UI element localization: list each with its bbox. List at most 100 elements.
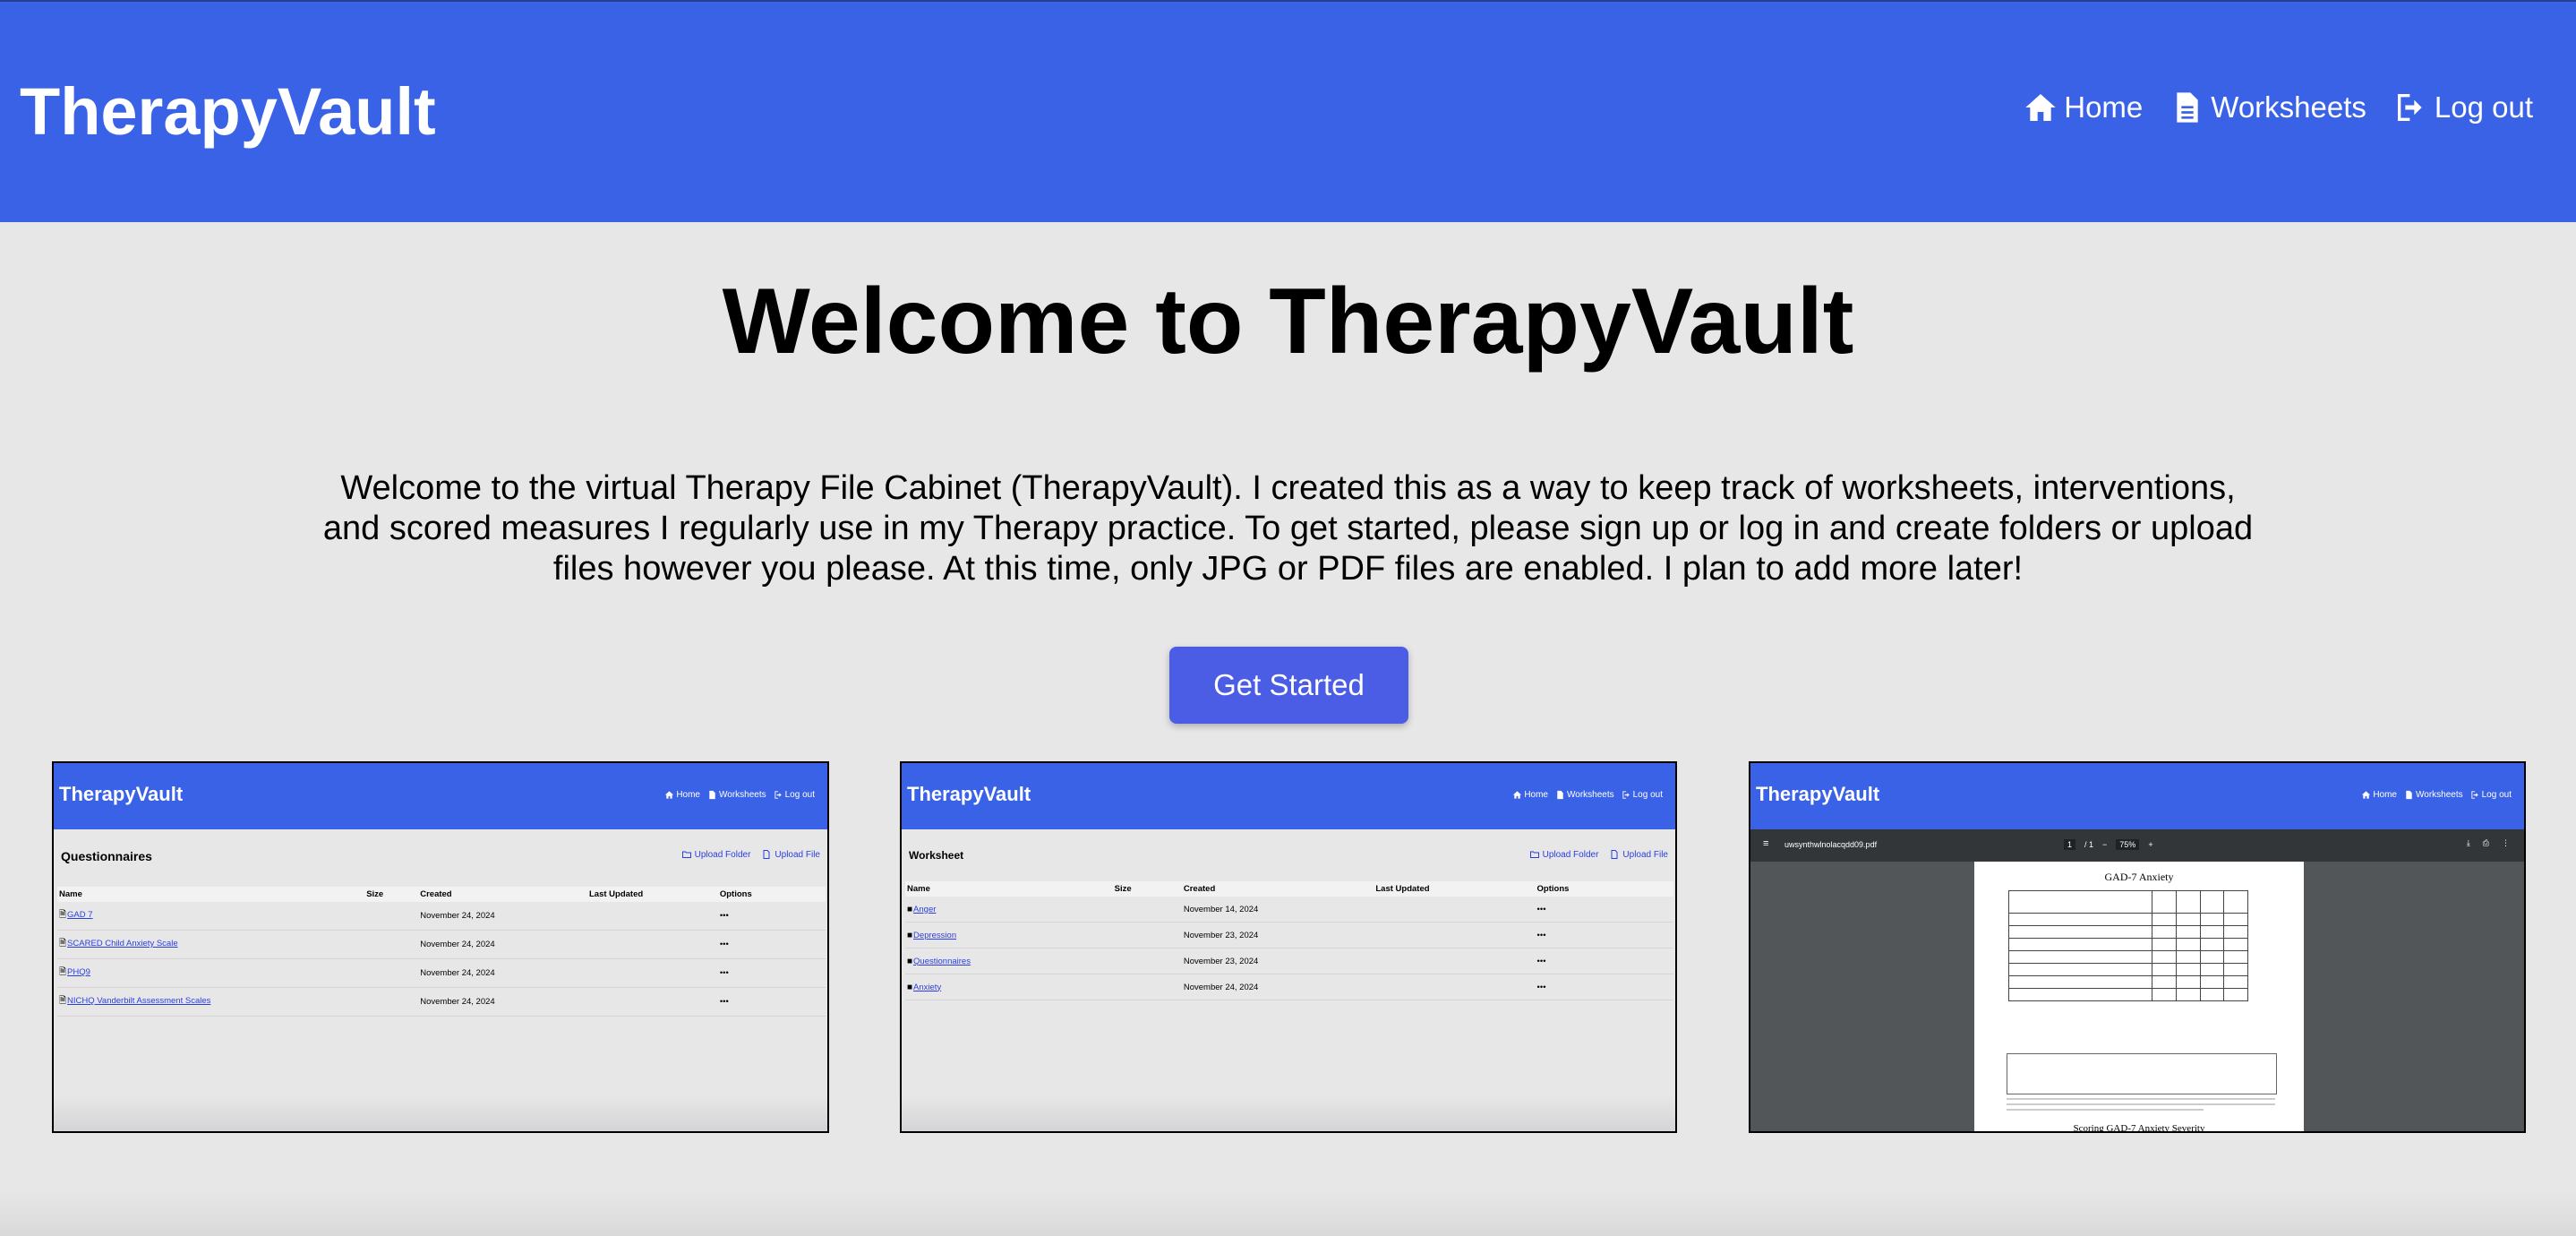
pdf-doc-subtitle: Scoring GAD-7 Anxiety Severity <box>2073 1123 2205 1133</box>
pdf-doc-title: GAD-7 Anxiety <box>2104 871 2174 883</box>
file-icon <box>2177 92 2198 123</box>
page-bottom-shade <box>0 1191 2576 1236</box>
nav-home-label: Home <box>2064 90 2144 124</box>
preview-brand: TherapyVault <box>907 783 1031 805</box>
col-options: Options <box>717 887 826 902</box>
table-row: 🗎SCARED Child Anxiety Scale November 24,… <box>57 930 826 959</box>
preview-navbar: TherapyVault Home Worksheets Log out <box>54 763 827 829</box>
nav-logout-link[interactable]: Log out <box>2393 90 2533 125</box>
home-icon <box>2362 791 2371 799</box>
col-name: Name <box>905 881 1113 897</box>
preview-nav-home: Home <box>664 790 700 800</box>
preview-upload-file-label: Upload File <box>775 849 820 860</box>
nav-worksheets-label: Worksheets <box>2211 90 2366 124</box>
menu-icon: ≡ <box>1763 838 1769 849</box>
file-icon: 🗎 <box>59 910 67 920</box>
col-last-updated: Last Updated <box>1374 881 1536 897</box>
folder-upload-icon <box>681 851 691 858</box>
preview-brand: TherapyVault <box>1756 783 1880 805</box>
file-icon: 🗎 <box>59 939 67 948</box>
folder-icon: ■ <box>907 904 913 914</box>
created-cell: November 24, 2024 <box>1181 974 1374 1000</box>
options-icon: ••• <box>1535 922 1673 948</box>
table-row: ■Anxiety November 24, 2024 ••• <box>905 974 1673 1000</box>
preview-nav-logout: Log out <box>1622 790 1663 800</box>
logout-icon <box>2397 94 2422 121</box>
created-cell: November 23, 2024 <box>1181 948 1374 974</box>
pdf-canvas: GAD-7 Anxiety Scoring GAD-7 Anxiety Seve… <box>1750 862 2524 1133</box>
nav-home-link[interactable]: Home <box>2023 90 2143 125</box>
options-icon: ••• <box>717 930 826 959</box>
col-options: Options <box>1535 881 1673 897</box>
preview-upload-file-label: Upload File <box>1622 849 1668 860</box>
home-icon <box>1513 791 1522 799</box>
table-row: ■Anger November 14, 2024 ••• <box>905 897 1673 923</box>
table-row: 🗎NICHQ Vanderbilt Assessment Scales Nove… <box>57 987 826 1017</box>
pdf-page-number: 1 <box>2064 839 2076 850</box>
preview-actions: Upload Folder Upload File <box>681 849 820 860</box>
created-cell: November 23, 2024 <box>1181 922 1374 948</box>
more-icon: ⋮ <box>2502 838 2510 847</box>
page-title: Welcome to TherapyVault <box>722 270 1854 373</box>
file-icon: 🗎 <box>59 996 67 1006</box>
pdf-footnote-line <box>2007 1103 2275 1105</box>
file-link: SCARED Child Anxiety Scale <box>67 939 178 948</box>
file-upload-icon <box>763 850 770 859</box>
get-started-button[interactable]: Get Started <box>1169 647 1408 724</box>
logout-icon <box>1622 791 1630 799</box>
download-icon: ⤓ <box>2466 838 2470 847</box>
preview-nav-worksheets: Worksheets <box>1555 790 1614 800</box>
preview-navbar: TherapyVault Home Worksheets Log out <box>902 763 1675 829</box>
table-row: ■Questionnaires November 23, 2024 ••• <box>905 948 1673 974</box>
col-last-updated: Last Updated <box>586 887 718 902</box>
options-icon: ••• <box>1535 897 1673 923</box>
preview-file-table: Name Size Created Last Updated Options ■… <box>905 881 1673 1000</box>
file-link: NICHQ Vanderbilt Assessment Scales <box>67 996 211 1006</box>
preview-upload-folder: Upload Folder <box>681 849 750 860</box>
preview-fade <box>902 1095 1675 1131</box>
created-cell: November 24, 2024 <box>418 930 587 959</box>
preview-nav-home: Home <box>2361 790 2397 800</box>
preview-nav-worksheets-label: Worksheets <box>2416 790 2463 800</box>
preview-brand: TherapyVault <box>59 783 184 805</box>
nav-logout-label: Log out <box>2434 90 2533 124</box>
zoom-out-icon: − <box>2102 840 2108 849</box>
created-cell: November 24, 2024 <box>418 902 587 931</box>
file-icon: 🗎 <box>59 967 67 977</box>
preview-nav-logout-label: Log out <box>2481 790 2512 800</box>
preview-upload-file: Upload File <box>761 849 820 860</box>
folder-link: Anxiety <box>913 982 942 992</box>
col-created: Created <box>418 887 587 902</box>
preview-actions: Upload Folder Upload File <box>1529 849 1668 860</box>
preview-nav-logout: Log out <box>2470 790 2512 800</box>
options-icon: ••• <box>1535 948 1673 974</box>
folder-upload-icon <box>1529 851 1539 858</box>
logout-icon <box>2471 791 2478 799</box>
intro-text: Welcome to the virtual Therapy File Cabi… <box>322 469 2254 588</box>
brand-logo[interactable]: TherapyVault <box>20 72 436 152</box>
preview-upload-file: Upload File <box>1609 849 1668 860</box>
pdf-page-total: / 1 <box>2084 840 2094 849</box>
file-link: GAD 7 <box>67 910 93 920</box>
preview-upload-folder-label: Upload Folder <box>1542 849 1599 860</box>
preview-nav-logout: Log out <box>774 790 815 800</box>
pdf-difficulty-box <box>2007 1053 2277 1094</box>
col-size: Size <box>364 887 419 902</box>
file-icon <box>709 790 715 800</box>
options-icon: ••• <box>717 902 826 931</box>
nav-worksheets-link[interactable]: Worksheets <box>2169 90 2366 125</box>
pdf-footnote-line <box>2007 1098 2275 1100</box>
file-link: PHQ9 <box>67 967 90 977</box>
preview-nav-worksheets-label: Worksheets <box>1567 790 1614 800</box>
preview-pdf-viewer: TherapyVault Home Worksheets Log out ≡ u… <box>1749 761 2526 1133</box>
table-row: ■Depression November 23, 2024 ••• <box>905 922 1673 948</box>
created-cell: November 14, 2024 <box>1181 897 1374 923</box>
home-icon <box>2025 94 2056 121</box>
pdf-question-table <box>2007 890 2248 1001</box>
folder-link: Anger <box>913 904 937 914</box>
pdf-footnote-line <box>2007 1109 2204 1111</box>
preview-nav-home: Home <box>1512 790 1548 800</box>
preview-nav-worksheets: Worksheets <box>2404 790 2463 800</box>
file-upload-icon <box>1611 850 1618 859</box>
folder-icon: ■ <box>907 956 913 966</box>
